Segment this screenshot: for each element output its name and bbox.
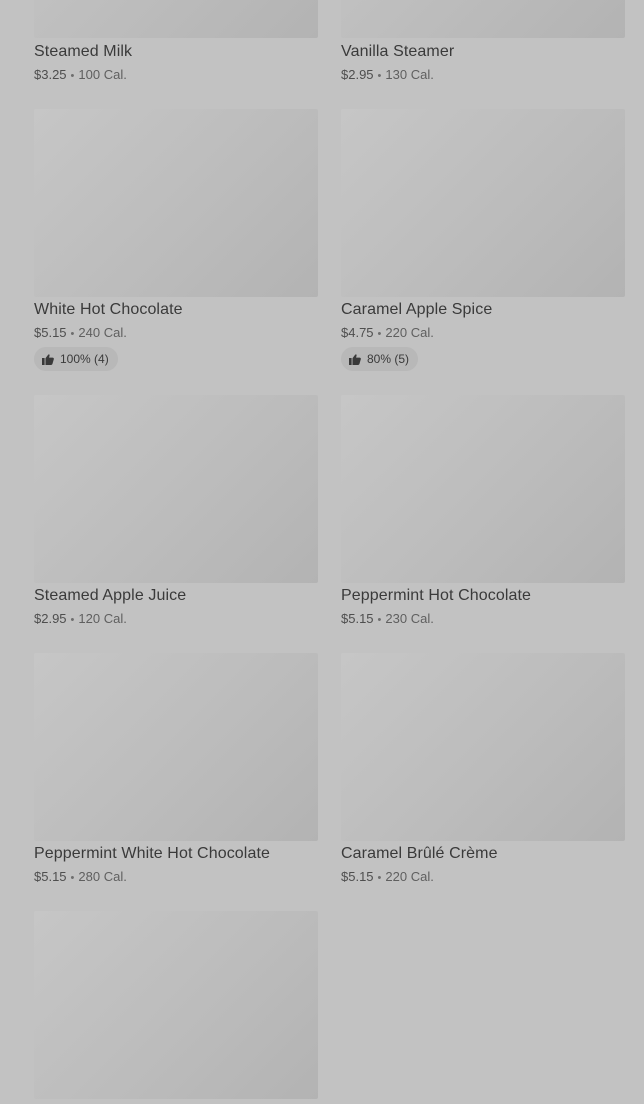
- meta-separator: •: [377, 70, 382, 82]
- menu-item-image: [341, 0, 625, 38]
- rating-text: 80% (5): [367, 352, 410, 366]
- thumbs-up-icon: [42, 353, 54, 365]
- menu-item-price: $2.95: [34, 611, 67, 626]
- meta-separator: •: [70, 70, 75, 82]
- menu-item-meta: $3.25 • 100 Cal.: [34, 67, 127, 82]
- menu-item-image: [34, 0, 318, 38]
- menu-item-meta: $2.95 • 130 Cal.: [341, 67, 434, 82]
- menu-item-price: $4.75: [341, 325, 374, 340]
- rating-badge: 100% (4): [34, 347, 118, 371]
- menu-item-meta: $2.95 • 120 Cal.: [34, 611, 127, 626]
- menu-item-name: Caramel Brûlé Crème: [341, 845, 498, 862]
- menu-item-price: $5.15: [341, 869, 374, 884]
- menu-item-meta: $5.15 • 280 Cal.: [34, 869, 127, 884]
- menu-item-name: Vanilla Steamer: [341, 43, 455, 60]
- meta-separator: •: [70, 328, 75, 340]
- menu-item-meta: $5.15 • 230 Cal.: [341, 611, 434, 626]
- thumbs-up-icon: [349, 353, 361, 365]
- menu-item-name: White Hot Chocolate: [34, 301, 183, 318]
- menu-item-image: [341, 395, 625, 583]
- menu-item-price: $5.15: [341, 611, 374, 626]
- meta-separator: •: [377, 328, 382, 340]
- menu-item-calories: 130 Cal.: [385, 67, 434, 82]
- menu-item-price: $5.15: [34, 869, 67, 884]
- meta-separator: •: [377, 614, 382, 626]
- menu-item-price: $2.95: [341, 67, 374, 82]
- menu-item-calories: 220 Cal.: [385, 869, 434, 884]
- menu-item-calories: 220 Cal.: [385, 325, 434, 340]
- menu-item-name: Peppermint Hot Chocolate: [341, 587, 532, 604]
- rating-text: 100% (4): [60, 352, 109, 366]
- menu-item-meta: $4.75 • 220 Cal.: [341, 325, 434, 340]
- menu-item-image: [341, 653, 625, 841]
- menu-item-name: Peppermint White Hot Chocolate: [34, 845, 270, 862]
- meta-separator: •: [70, 614, 75, 626]
- menu-item-calories: 240 Cal.: [78, 325, 127, 340]
- meta-separator: •: [70, 872, 75, 884]
- rating-badge: 80% (5): [341, 347, 419, 371]
- menu-item-name: Steamed Apple Juice: [34, 587, 187, 604]
- menu-item-price: $5.15: [34, 325, 67, 340]
- menu-item-calories: 280 Cal.: [78, 869, 127, 884]
- menu-item-meta: $5.15 • 240 Cal.: [34, 325, 127, 340]
- menu-item-image: [341, 109, 625, 297]
- menu-grid: Steamed Milk $3.25 • 100 Cal. Vanilla Stea…: [0, 0, 644, 1104]
- menu-item-meta: $5.15 • 220 Cal.: [341, 869, 434, 884]
- menu-item-calories: 100 Cal.: [78, 67, 127, 82]
- menu-item-name: Steamed Milk: [34, 43, 133, 60]
- meta-separator: •: [377, 872, 382, 884]
- menu-item-name: Caramel Apple Spice: [341, 301, 493, 318]
- menu-item-image: [34, 653, 318, 841]
- menu-item-calories: 230 Cal.: [385, 611, 434, 626]
- menu-item-image: [34, 395, 318, 583]
- menu-item-image: [34, 911, 318, 1099]
- menu-item-calories: 120 Cal.: [78, 611, 127, 626]
- menu-item-image: [34, 109, 318, 297]
- menu-item-price: $3.25: [34, 67, 67, 82]
